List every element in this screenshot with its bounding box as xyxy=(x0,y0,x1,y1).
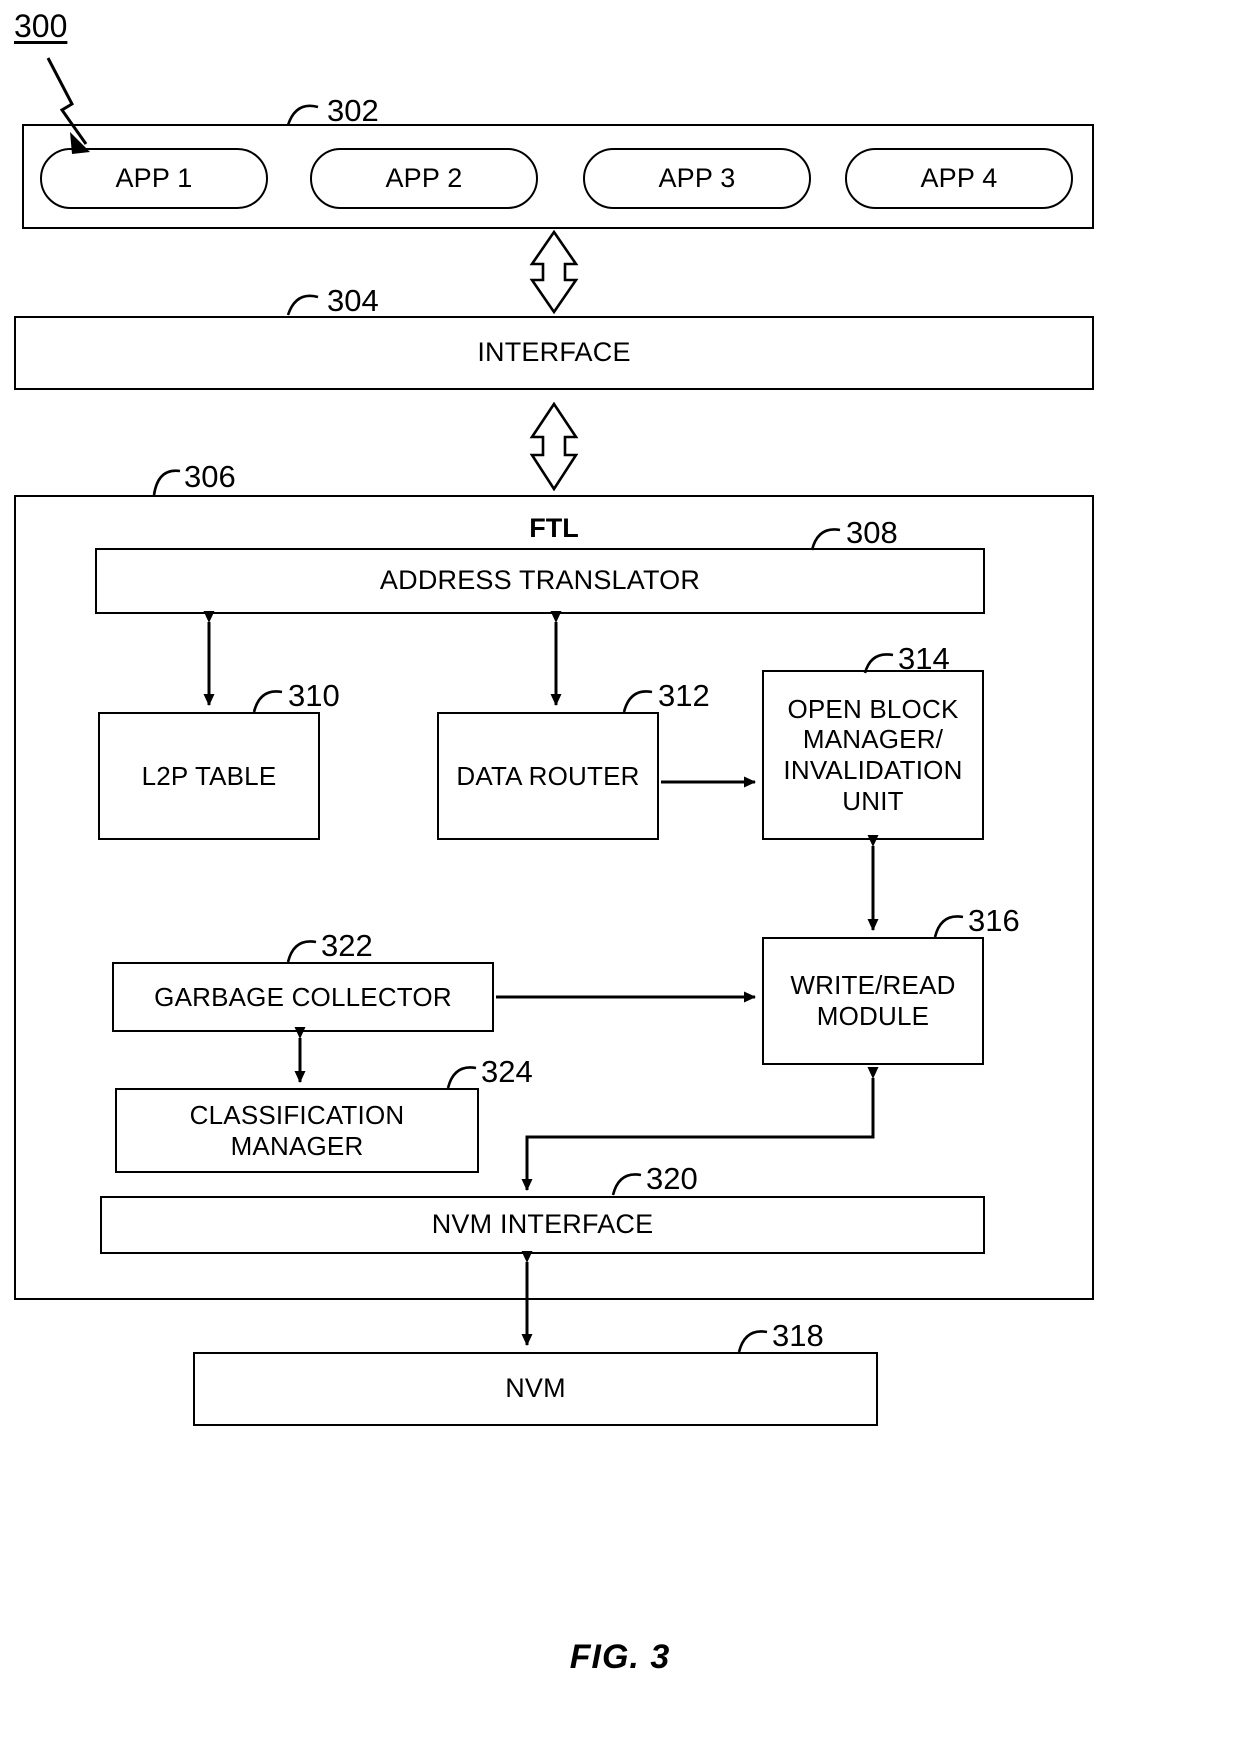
ftl-container xyxy=(14,495,1094,1300)
interface-block: INTERFACE xyxy=(14,316,1094,390)
nvm-interface-block: NVM INTERFACE xyxy=(100,1196,985,1254)
l2p-table-block: L2P TABLE xyxy=(98,712,320,840)
address-translator-label: ADDRESS TRANSLATOR xyxy=(379,565,701,596)
nvm-label: NVM xyxy=(505,1373,566,1404)
reference-numeral-322: 322 xyxy=(321,928,373,963)
reference-numeral-314: 314 xyxy=(898,641,950,676)
garbage-collector-block: GARBAGE COLLECTOR xyxy=(112,962,494,1032)
figure-caption: FIG. 3 xyxy=(569,1638,671,1676)
write-read-module-block: WRITE/READ MODULE xyxy=(762,937,984,1065)
data-router-block: DATA ROUTER xyxy=(437,712,659,840)
reference-numeral-318: 318 xyxy=(772,1318,824,1353)
interface-to-ftl-arrow xyxy=(529,401,579,492)
app-2-label: APP 2 xyxy=(385,163,463,193)
app-1-label: APP 1 xyxy=(115,163,193,193)
app-1-block[interactable]: APP 1 xyxy=(40,148,268,209)
reference-numeral-324: 324 xyxy=(481,1054,533,1089)
reference-numeral-306: 306 xyxy=(184,459,236,494)
nvm-block: NVM xyxy=(193,1352,878,1426)
app-4-label: APP 4 xyxy=(920,163,998,193)
reference-numeral-302: 302 xyxy=(327,93,379,128)
system-reference-numeral: 300 xyxy=(14,8,68,44)
reference-numeral-310: 310 xyxy=(288,678,340,713)
classification-manager-block: CLASSIFICATION MANAGER xyxy=(115,1088,479,1173)
reference-numeral-320: 320 xyxy=(646,1161,698,1196)
app-4-block[interactable]: APP 4 xyxy=(845,148,1073,209)
address-translator-block: ADDRESS TRANSLATOR xyxy=(95,548,985,614)
open-block-manager-block: OPEN BLOCK MANAGER/ INVALIDATION UNIT xyxy=(762,670,984,840)
open-block-manager-label: OPEN BLOCK MANAGER/ INVALIDATION UNIT xyxy=(783,693,963,816)
reference-numeral-304: 304 xyxy=(327,283,379,318)
nvm-interface-label: NVM INTERFACE xyxy=(431,1209,654,1240)
app-3-block[interactable]: APP 3 xyxy=(583,148,811,209)
l2p-table-label: L2P TABLE xyxy=(141,760,277,791)
reference-numeral-312: 312 xyxy=(658,678,710,713)
app-3-label: APP 3 xyxy=(658,163,736,193)
reference-numeral-316: 316 xyxy=(968,903,1020,938)
write-read-module-label: WRITE/READ MODULE xyxy=(790,970,956,1031)
app-2-block[interactable]: APP 2 xyxy=(310,148,538,209)
garbage-collector-label: GARBAGE COLLECTOR xyxy=(154,981,452,1012)
interface-label: INTERFACE xyxy=(477,337,631,368)
reference-numeral-308: 308 xyxy=(846,515,898,550)
figure-canvas: 300 APP 1 APP 2 APP 3 APP 4 302 INTERFAC… xyxy=(0,0,1240,1763)
data-router-label: DATA ROUTER xyxy=(456,760,640,791)
ftl-title: FTL xyxy=(529,513,579,543)
classification-manager-label: CLASSIFICATION MANAGER xyxy=(189,1099,405,1161)
apps-to-interface-arrow xyxy=(529,229,579,315)
